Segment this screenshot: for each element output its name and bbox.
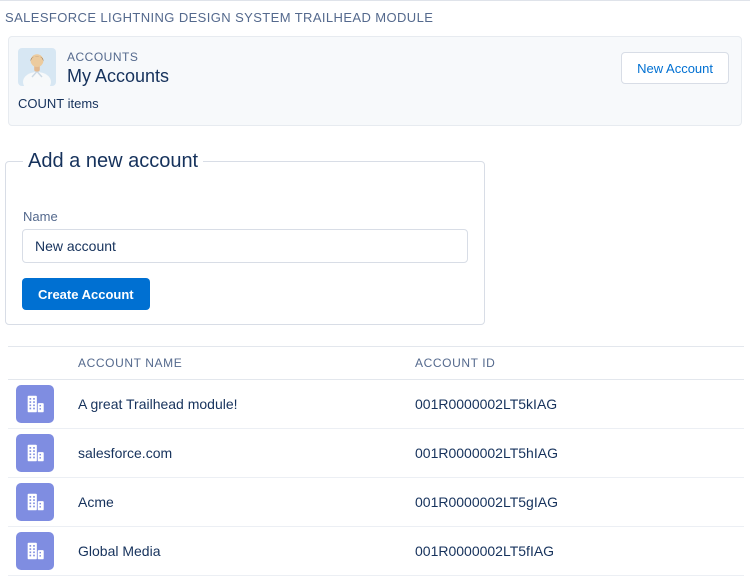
account-icon-cell (8, 526, 70, 576)
building-icon (16, 483, 54, 521)
name-label: Name (23, 209, 58, 224)
column-header-icon (8, 346, 70, 380)
table-row[interactable]: A great Trailhead module! 001R0000002LT5… (8, 379, 744, 429)
page-header-row: ACCOUNTS My Accounts New Account (18, 48, 729, 87)
account-id-cell: 001R0000002LT5kIAG (407, 379, 744, 429)
object-label: ACCOUNTS (67, 50, 139, 64)
account-name-cell: Acme (70, 477, 407, 527)
account-name-cell: Global Media (70, 526, 407, 576)
page-title: SALESFORCE LIGHTNING DESIGN SYSTEM TRAIL… (5, 10, 434, 25)
account-id-cell: 001R0000002LT5hIAG (407, 428, 744, 478)
building-icon (16, 385, 54, 423)
table-row[interactable]: Global Media 001R0000002LT5fIAG (8, 526, 744, 576)
accounts-table: ACCOUNT NAME ACCOUNT ID A great Trailhea… (8, 346, 744, 576)
create-account-button[interactable]: Create Account (22, 278, 150, 310)
table-row[interactable]: Acme 001R0000002LT5gIAG (8, 477, 744, 527)
account-name-input[interactable] (22, 229, 468, 263)
table-header-row: ACCOUNT NAME ACCOUNT ID (8, 346, 744, 380)
account-name-cell: salesforce.com (70, 428, 407, 478)
building-icon (16, 532, 54, 570)
account-icon-cell (8, 477, 70, 527)
table-row[interactable]: salesforce.com 001R0000002LT5hIAG (8, 428, 744, 478)
account-id-cell: 001R0000002LT5gIAG (407, 477, 744, 527)
add-account-form: Add a new account Name Create Account (5, 150, 485, 325)
new-account-button[interactable]: New Account (621, 52, 729, 84)
account-icon-cell (8, 379, 70, 429)
column-header-account-id: ACCOUNT ID (407, 346, 744, 380)
item-count: COUNT items (18, 96, 99, 111)
building-icon (16, 434, 54, 472)
account-id-cell: 001R0000002LT5fIAG (407, 526, 744, 576)
form-legend: Add a new account (28, 150, 199, 172)
column-header-account-name: ACCOUNT NAME (70, 346, 407, 380)
user-avatar-icon (18, 48, 56, 86)
account-icon-cell (8, 428, 70, 478)
account-name-cell: A great Trailhead module! (70, 379, 407, 429)
page-header: ACCOUNTS My Accounts New Account COUNT i… (8, 36, 742, 126)
page-header-text: ACCOUNTS My Accounts (67, 48, 169, 87)
page-header-title: My Accounts (67, 66, 170, 86)
